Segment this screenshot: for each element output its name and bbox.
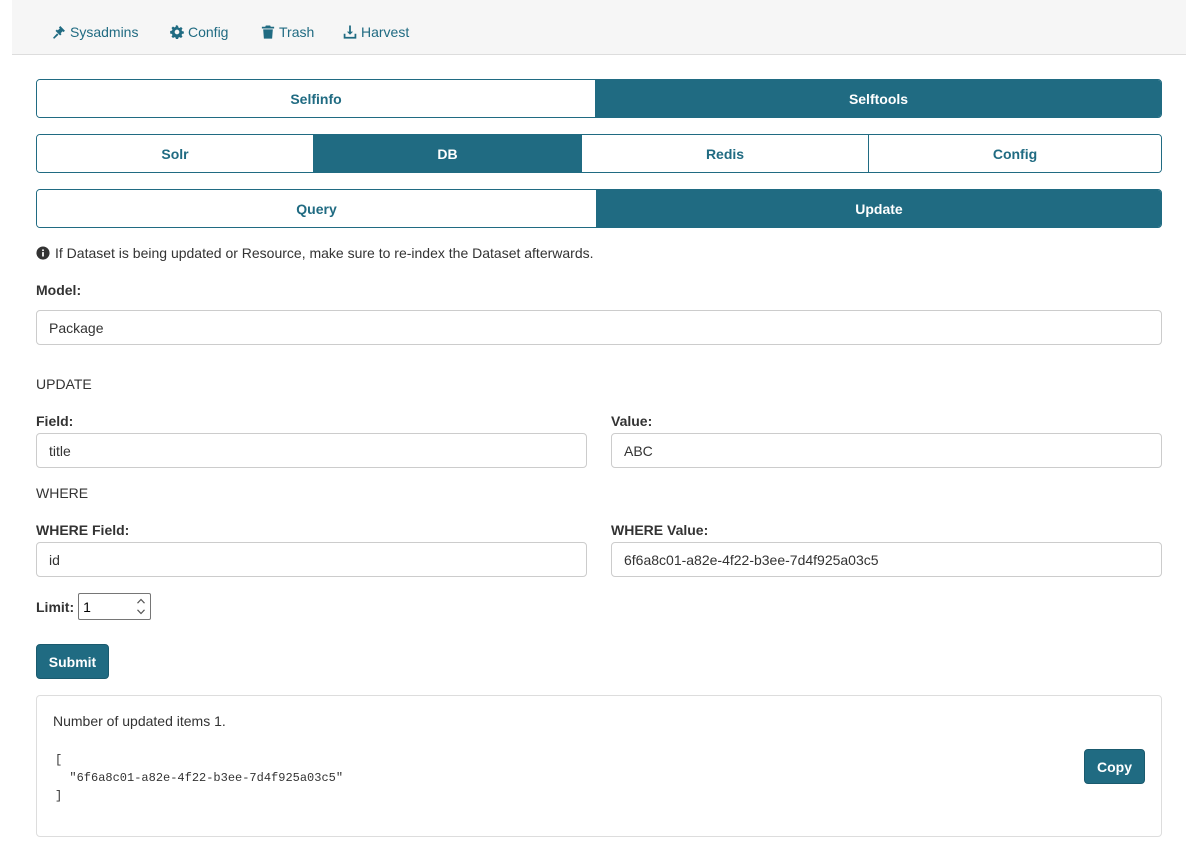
nav-trash[interactable]: Trash <box>261 23 314 41</box>
update-heading: UPDATE <box>36 376 92 392</box>
info-circle-icon <box>36 246 50 260</box>
result-message: Number of updated items 1. <box>53 713 226 729</box>
value-input[interactable] <box>611 433 1162 468</box>
tab-solr[interactable]: Solr <box>37 135 314 172</box>
where-value-input[interactable] <box>611 542 1162 577</box>
nav-sysadmins-label: Sysadmins <box>70 24 139 40</box>
tab-config[interactable]: Config <box>869 135 1161 172</box>
result-json: [ "6f6a8c01-a82e-4f22-b3ee-7d4f925a03c5"… <box>55 753 344 803</box>
model-label: Model: <box>36 282 82 298</box>
gear-icon <box>170 25 184 39</box>
submit-button[interactable]: Submit <box>36 644 109 679</box>
limit-row: Limit: <box>36 593 152 620</box>
download-icon <box>343 25 357 39</box>
limit-label: Limit: <box>36 598 75 615</box>
result-panel: Number of updated items 1. [ "6f6a8c01-a… <box>36 695 1162 837</box>
tab-selfinfo[interactable]: Selfinfo <box>37 80 596 117</box>
field-label: Field: <box>36 413 74 429</box>
main-tabs: Selfinfo Selftools <box>36 79 1162 118</box>
reindex-notice: If Dataset is being updated or Resource,… <box>36 244 594 262</box>
value-label: Value: <box>611 413 653 429</box>
tab-update[interactable]: Update <box>597 190 1161 227</box>
nav-trash-label: Trash <box>279 24 315 40</box>
trash-icon <box>261 25 275 39</box>
chevron-down-icon[interactable] <box>137 609 146 615</box>
gavel-icon <box>53 26 65 39</box>
nav-sysadmins[interactable]: Sysadmins <box>52 23 138 41</box>
reindex-notice-text: If Dataset is being updated or Resource,… <box>55 245 594 261</box>
tab-db[interactable]: DB <box>314 135 582 172</box>
chevron-up-icon[interactable] <box>137 598 146 604</box>
where-field-label: WHERE Field: <box>36 522 130 538</box>
where-field-input[interactable] <box>36 542 587 577</box>
db-tabs: Query Update <box>36 189 1162 228</box>
tab-selftools[interactable]: Selftools <box>596 80 1161 117</box>
where-heading: WHERE <box>36 485 89 501</box>
tool-tabs: Solr DB Redis Config <box>36 134 1162 173</box>
where-value-label: WHERE Value: <box>611 522 709 538</box>
field-input[interactable] <box>36 433 587 468</box>
tab-redis[interactable]: Redis <box>582 135 869 172</box>
model-input[interactable] <box>36 310 1162 345</box>
copy-button[interactable]: Copy <box>1084 749 1145 784</box>
nav-harvest-label: Harvest <box>361 24 410 40</box>
nav-config-label: Config <box>188 24 229 40</box>
nav-config[interactable]: Config <box>170 23 228 41</box>
nav-harvest[interactable]: Harvest <box>343 23 409 41</box>
limit-stepper[interactable] <box>78 593 152 620</box>
limit-input[interactable] <box>79 594 130 619</box>
stepper-arrows[interactable] <box>135 598 147 615</box>
top-navigation: Sysadmins Config Trash Harvest <box>12 0 1186 55</box>
tab-query[interactable]: Query <box>37 190 597 227</box>
